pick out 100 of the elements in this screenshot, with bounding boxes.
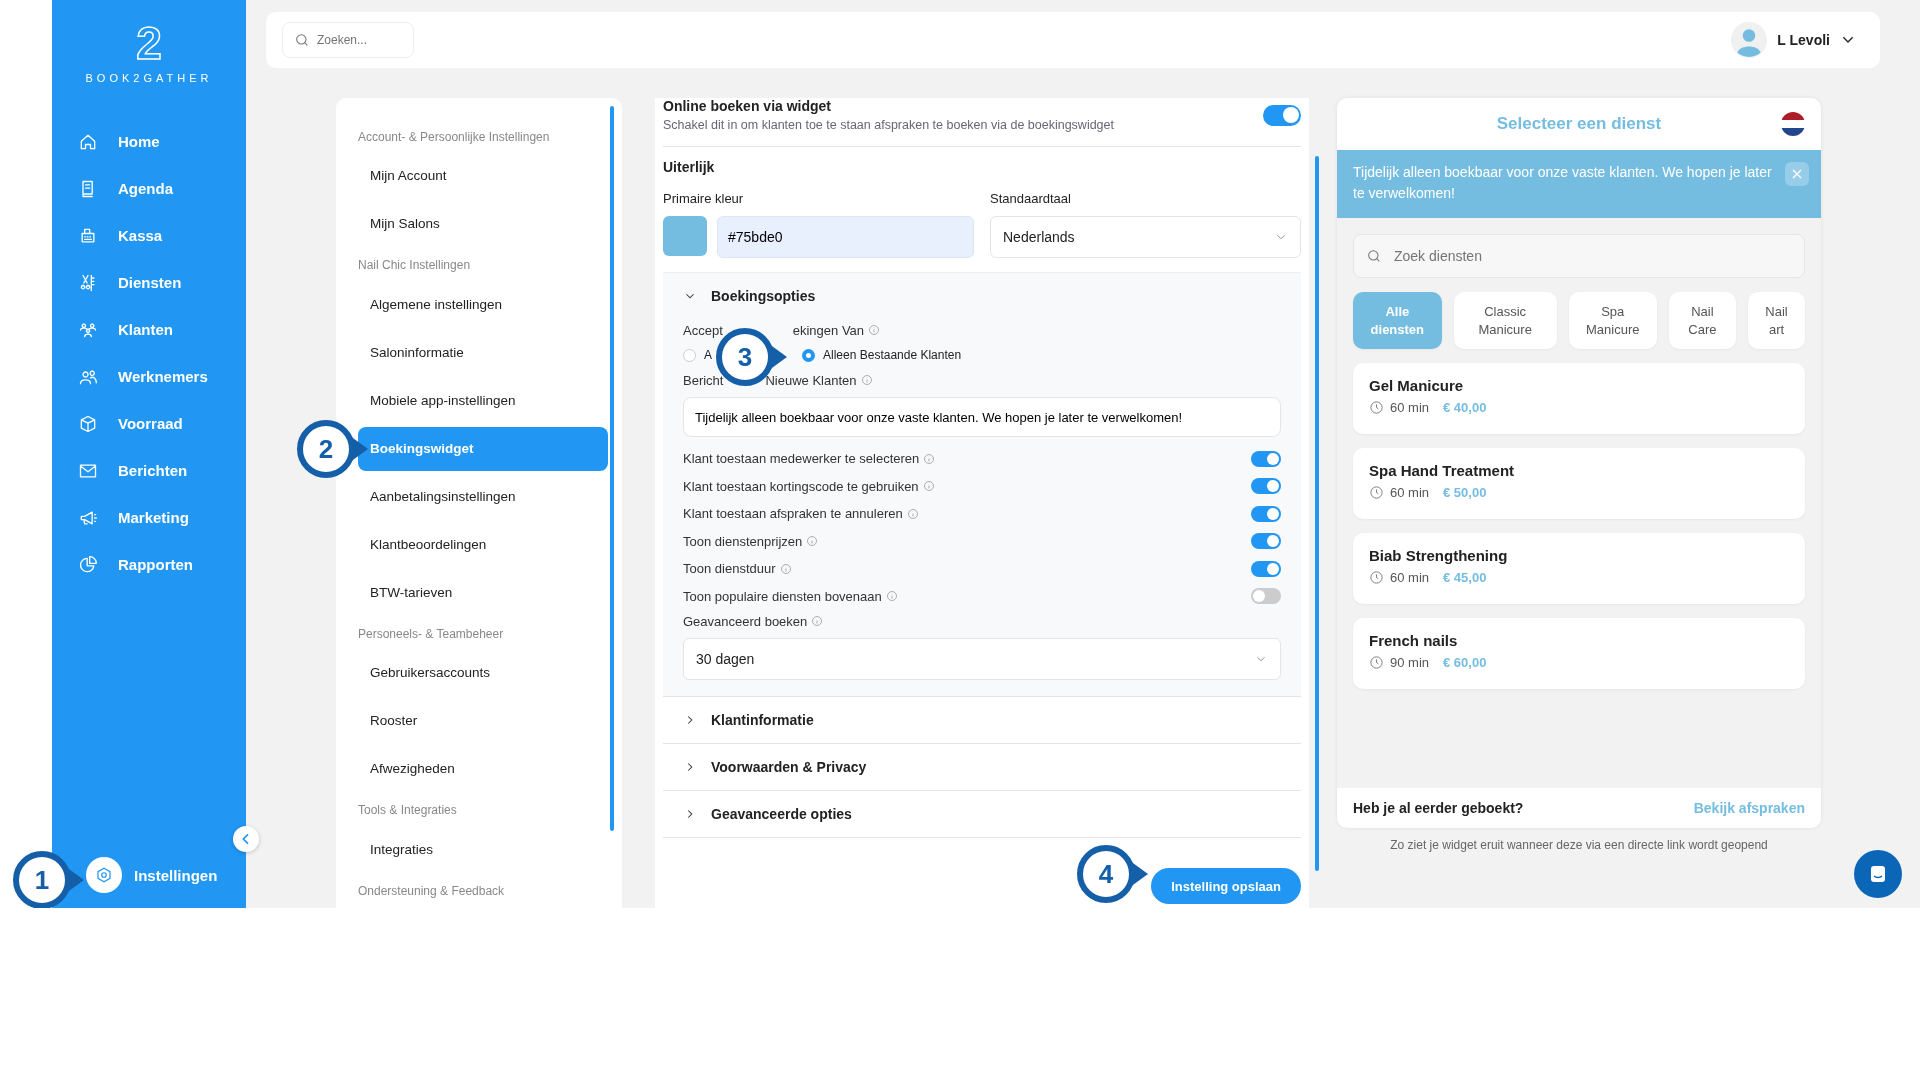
radio-option[interactable]: Alleen Bestaande Klanten [802,348,962,362]
radio-option[interactable]: A [683,348,712,362]
category-chip[interactable]: Spa Manicure [1568,292,1657,349]
service-price: € 40,00 [1443,400,1487,415]
toggle-label: Klant toestaan afspraken te annuleren [683,506,903,522]
toggle-label: Klant toestaan medewerker te selecteren [683,451,920,467]
clock-icon [1369,400,1384,415]
toggle-label: Toon populaire diensten bovenaan [683,588,882,604]
info-icon [868,324,881,336]
service-duration: 60 min [1390,570,1430,585]
language-select[interactable]: Nederlands [990,216,1301,258]
setting-description: Schakel dit in om klanten toe te staan afspraken te boeken via de boekingswidget [663,118,1115,132]
step-callout: 1 [12,850,84,908]
category-chip[interactable]: Nail Care [1668,292,1737,349]
toggle-switch[interactable] [1263,104,1301,126]
category-chip[interactable]: Nail art [1748,292,1805,349]
info-icon [923,452,936,465]
flag-icon[interactable] [1781,112,1805,136]
service-price: € 45,00 [1443,570,1487,585]
toggle-switch[interactable] [1251,450,1281,467]
menu-item[interactable]: Saloninformatie [358,330,608,375]
info-icon [860,374,873,386]
service-card[interactable]: Biab Strengthening 60 min € 45,00 [1353,533,1805,604]
field-label: Standaardtaal [990,191,1072,206]
field-label: Bericht [683,372,724,388]
step-callout: 2 [296,419,368,479]
footer-question: Heb je al eerder geboekt? [1353,800,1524,816]
field-label: Primaire kleur [663,191,745,206]
advance-select[interactable]: 30 dagen [683,638,1281,680]
info-icon [906,507,919,520]
service-card[interactable]: Spa Hand Treatment 60 min € 50,00 [1353,448,1805,519]
color-input[interactable]: #75bde0 [717,216,974,258]
service-price: € 50,00 [1443,485,1487,500]
service-name: Biab Strengthening [1369,547,1509,564]
accordion-header[interactable]: Boekingsopties [683,273,1281,319]
accordion-header[interactable]: Klantinformatie [663,697,1301,744]
search-field[interactable]: Zoeken... [282,22,414,58]
toggle-switch[interactable] [1251,533,1281,550]
menu-item[interactable]: Integraties [358,827,608,872]
toggle-switch[interactable] [1251,505,1281,522]
menu-item[interactable]: Algemene instellingen [358,282,608,327]
service-name: Spa Hand Treatment [1369,462,1516,479]
user-menu[interactable]: L Levoli [1731,22,1856,58]
menu-item[interactable]: Afwezigheden [358,747,608,792]
clock-icon [1369,655,1384,670]
color-swatch[interactable] [663,216,707,256]
chat-button[interactable] [1854,850,1902,898]
menu-heading: Ondersteuning & Feedback [358,882,506,900]
notice-text: Tijdelijk alleen boekbaar voor onze vaste klanten. We hopen je later te verwelkomen! [1353,163,1773,203]
field-label: Geavanceerd boeken [683,613,808,629]
menu-item[interactable]: Mijn Salons [358,202,608,247]
service-duration: 60 min [1390,400,1430,415]
service-price: € 60,00 [1443,655,1487,670]
menu-heading: Nail Chic Instellingen [358,257,472,275]
menu-item[interactable]: Gebruikersaccounts [358,651,608,696]
toggle-switch[interactable] [1251,478,1281,495]
info-icon [811,615,824,627]
toggle-label: Toon dienstduur [683,561,776,577]
menu-item[interactable]: Rooster [358,699,608,744]
logo-mark: 2 [136,20,162,66]
toggle-label: Klant toestaan kortingscode te gebruiken [683,478,919,494]
preview-caption: Zo ziet je widget eruit wanneer deze via een directe link wordt geopend [1389,838,1769,852]
menu-heading: Personeels- & Teambeheer [358,625,505,643]
info-icon [806,535,819,548]
menu-item[interactable]: Mijn Account [358,154,608,199]
service-duration: 90 min [1390,655,1430,670]
close-button[interactable] [1785,162,1809,186]
section-heading: Uiterlijk [663,159,716,175]
menu-item[interactable]: BTW-tarieven [358,570,608,615]
toggle-switch[interactable] [1251,588,1281,605]
service-card[interactable]: French nails 90 min € 60,00 [1353,618,1805,689]
avatar-icon [1731,22,1768,58]
service-name: French nails [1369,632,1459,649]
menu-heading: Account- & Persoonlijke Instellingen [358,129,551,146]
menu-heading: Tools & Integraties [358,802,458,820]
toggle-label: Toon dienstenprijzen [683,533,803,549]
setting-title: Online boeken via widget [663,98,833,114]
field-label: Accept [683,322,723,338]
scrollbar[interactable] [1315,156,1319,871]
info-icon [885,590,898,603]
nav-icon [78,554,98,575]
collapse-sidebar-button[interactable] [233,826,259,852]
menu-item[interactable]: Klantbeoordelingen [358,522,608,567]
service-card[interactable]: Gel Manicure 60 min € 40,00 [1353,363,1805,434]
service-name: Gel Manicure [1369,377,1465,394]
nav-icon [78,413,98,434]
info-icon [922,480,935,493]
scrollbar[interactable] [610,106,614,831]
message-input[interactable]: Tijdelijk alleen boekbaar voor onze vaste klanten. We hopen je later te verwelkomen! [683,397,1281,437]
accordion-header[interactable]: Geavanceerde opties [663,791,1301,838]
field-label: ekingen Van [792,322,865,338]
search-field[interactable]: Zoek diensten [1353,234,1805,278]
clock-icon [1369,570,1384,585]
accordion-header[interactable]: Voorwaarden & Privacy [663,744,1301,791]
widget-title: Selecteer een dienst [1496,114,1662,134]
category-chip[interactable]: Classic Manicure [1453,292,1557,349]
info-icon [779,562,792,575]
toggle-switch[interactable] [1251,560,1281,577]
service-duration: 60 min [1390,485,1430,500]
field-label: Nieuwe Klanten [765,372,857,388]
